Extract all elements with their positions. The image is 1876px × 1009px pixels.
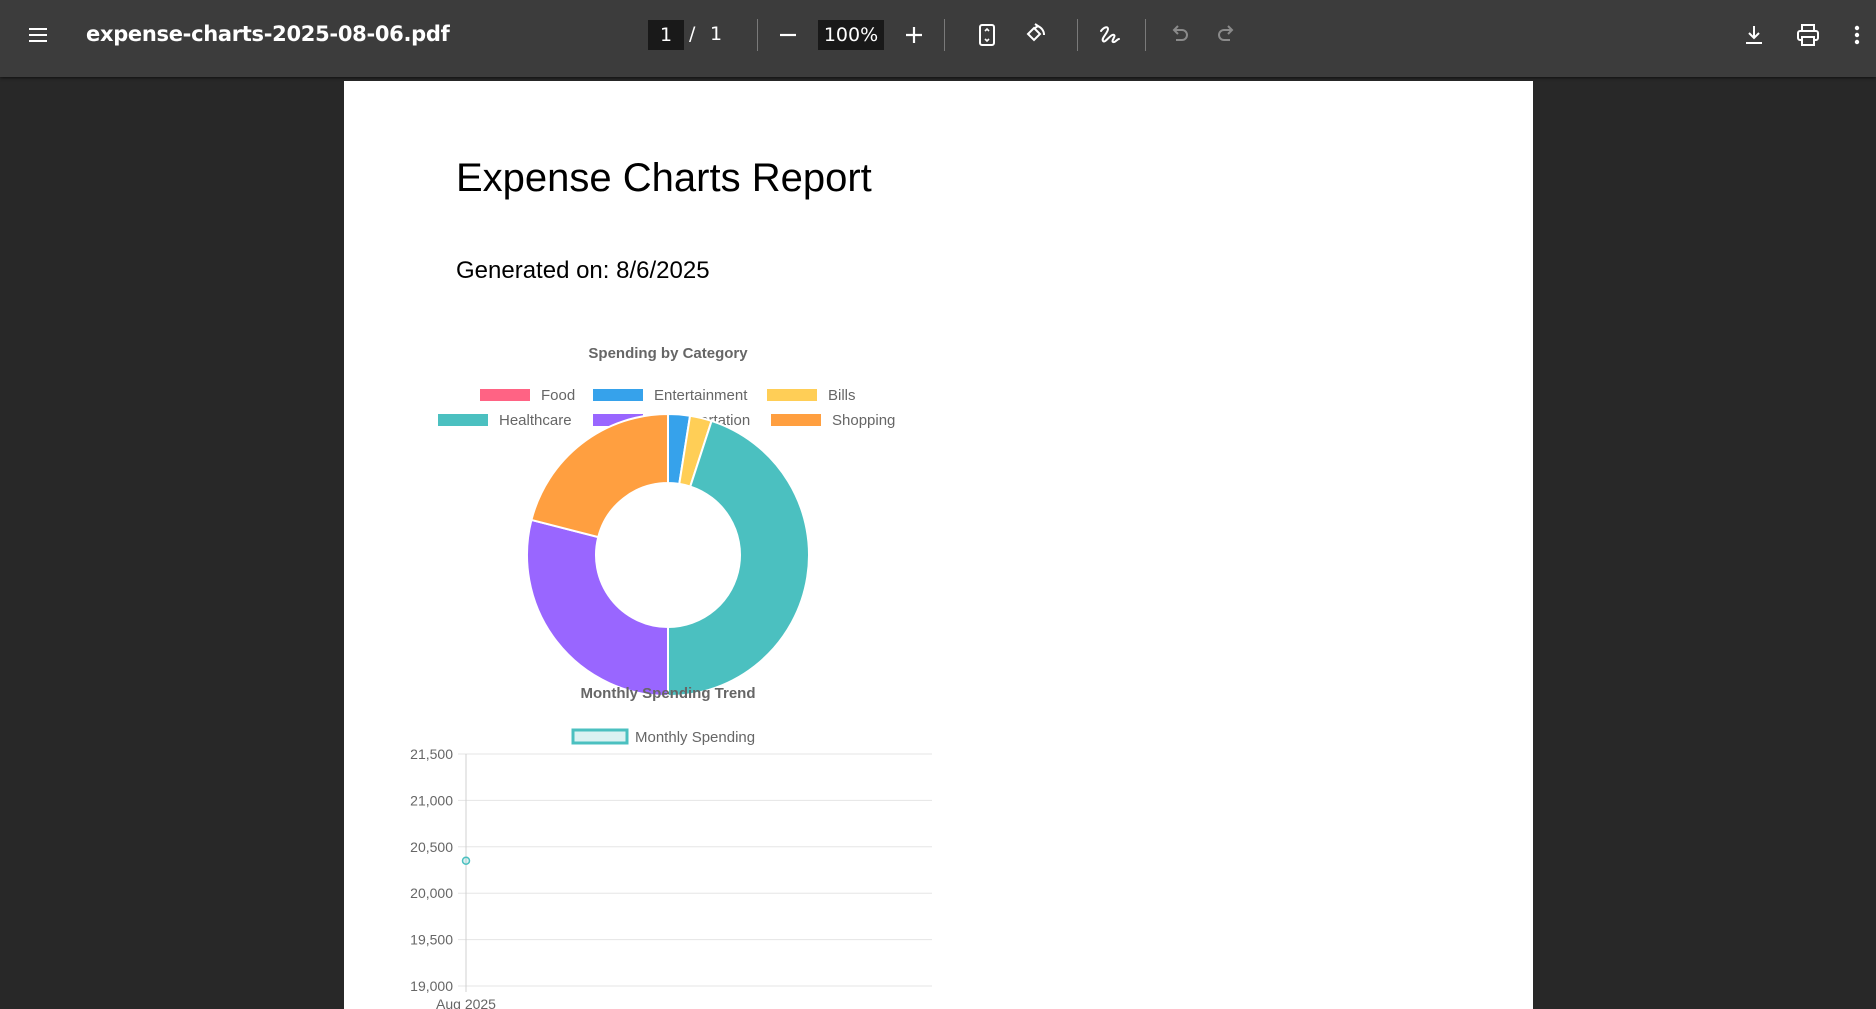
line-points: [461, 856, 471, 865]
toolbar-divider: [1077, 19, 1078, 51]
legend-swatch-food[interactable]: [480, 389, 530, 401]
toolbar-divider: [1145, 19, 1146, 51]
charts-canvas: Spending by Category Food Entertainment Bi…: [410, 345, 932, 1009]
menu-icon[interactable]: [18, 15, 58, 55]
line-chart-title: Monthly Spending Trend: [581, 685, 756, 702]
page-separator: /: [689, 23, 696, 45]
y-tick-label: 21,500: [410, 746, 453, 762]
doughnut-chart-title: Spending by Category: [588, 345, 748, 362]
print-icon[interactable]: [1788, 15, 1828, 55]
document-viewer[interactable]: Expense Charts Report Generated on: 8/6/…: [0, 77, 1876, 1009]
legend-label-monthly-spending[interactable]: Monthly Spending: [635, 729, 755, 746]
x-tick-label: Aug 2025: [436, 996, 496, 1009]
y-tick-label: 20,500: [410, 839, 453, 855]
spending-by-category-chart: Spending by Category Food Entertainment Bi…: [438, 345, 895, 698]
y-tick-label: 19,500: [410, 932, 453, 948]
legend-label-shopping[interactable]: Shopping: [832, 412, 895, 429]
legend-label-entertainment[interactable]: Entertainment: [654, 387, 748, 404]
legend-label-bills[interactable]: Bills: [828, 387, 856, 404]
draw-icon[interactable]: [1091, 15, 1131, 55]
pdf-page: Expense Charts Report Generated on: 8/6/…: [344, 81, 1533, 1009]
redo-icon[interactable]: [1207, 15, 1247, 55]
legend-swatch-entertainment[interactable]: [593, 389, 643, 401]
fit-page-icon[interactable]: [967, 15, 1007, 55]
slice-transportation[interactable]: [526, 518, 669, 698]
monthly-spending-trend-chart: Monthly Spending Trend Monthly Spending …: [410, 685, 932, 1009]
zoom-out-icon[interactable]: [768, 15, 808, 55]
pdf-toolbar: expense-charts-2025-08-06.pdf / 1: [0, 0, 1876, 77]
page-total: 1: [710, 23, 723, 45]
download-icon[interactable]: [1734, 15, 1774, 55]
zoom-in-icon[interactable]: [894, 15, 934, 55]
legend-swatch-shopping[interactable]: [771, 414, 821, 426]
legend-label-food[interactable]: Food: [541, 387, 575, 404]
page-number-input[interactable]: [648, 20, 684, 50]
more-vert-icon[interactable]: [1842, 15, 1872, 55]
doughnut-slices: [526, 412, 810, 698]
y-tick-label: 21,000: [410, 792, 453, 808]
toolbar-divider: [757, 19, 758, 51]
legend-swatch-monthly-spending[interactable]: [571, 728, 629, 745]
legend-swatch-healthcare[interactable]: [438, 414, 488, 426]
data-point[interactable]: [461, 856, 471, 865]
line-grid: 21,500 21,000 20,500 20,000 19,500 19,000 Aug …: [410, 746, 932, 1009]
line-legend: Monthly Spending: [571, 728, 755, 746]
y-tick-label: 20,000: [410, 885, 453, 901]
legend-label-healthcare[interactable]: Healthcare: [499, 412, 572, 429]
document-filename: expense-charts-2025-08-06.pdf: [86, 22, 450, 46]
y-tick-label: 19,000: [410, 978, 453, 994]
zoom-level-input[interactable]: [818, 20, 884, 50]
toolbar-divider: [944, 19, 945, 51]
rotate-icon[interactable]: [1015, 15, 1055, 55]
undo-icon[interactable]: [1159, 15, 1199, 55]
slice-shopping[interactable]: [530, 412, 669, 539]
legend-swatch-bills[interactable]: [767, 389, 817, 401]
